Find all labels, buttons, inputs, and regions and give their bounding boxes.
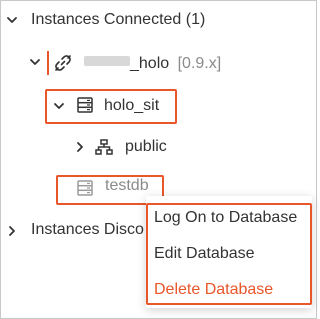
active-connection-indicator xyxy=(47,51,49,75)
highlight-box-context-menu xyxy=(146,203,312,305)
instance-version: [0.9.x] xyxy=(177,55,222,72)
link-icon xyxy=(55,55,71,71)
database-holo-sit[interactable]: holo_sit xyxy=(104,96,159,116)
disconnected-instances-header[interactable]: Instances Disco xyxy=(31,220,144,240)
redacted-instance-prefix xyxy=(84,56,130,66)
chevron-right-icon[interactable] xyxy=(73,140,87,154)
instance-row[interactable]: _holo [0.9.x] xyxy=(130,54,221,74)
chevron-down-icon[interactable] xyxy=(52,99,66,113)
schema-public[interactable]: public xyxy=(125,137,167,157)
connected-instances-header[interactable]: Instances Connected (1) xyxy=(31,10,205,30)
chevron-down-icon[interactable] xyxy=(28,55,42,69)
chevron-down-icon[interactable] xyxy=(5,13,19,27)
database-testdb[interactable]: testdb xyxy=(105,176,149,196)
instance-name: _holo xyxy=(130,55,170,72)
database-icon xyxy=(77,97,93,113)
schema-icon xyxy=(95,139,113,155)
database-icon xyxy=(77,180,93,196)
chevron-right-icon[interactable] xyxy=(5,224,19,238)
